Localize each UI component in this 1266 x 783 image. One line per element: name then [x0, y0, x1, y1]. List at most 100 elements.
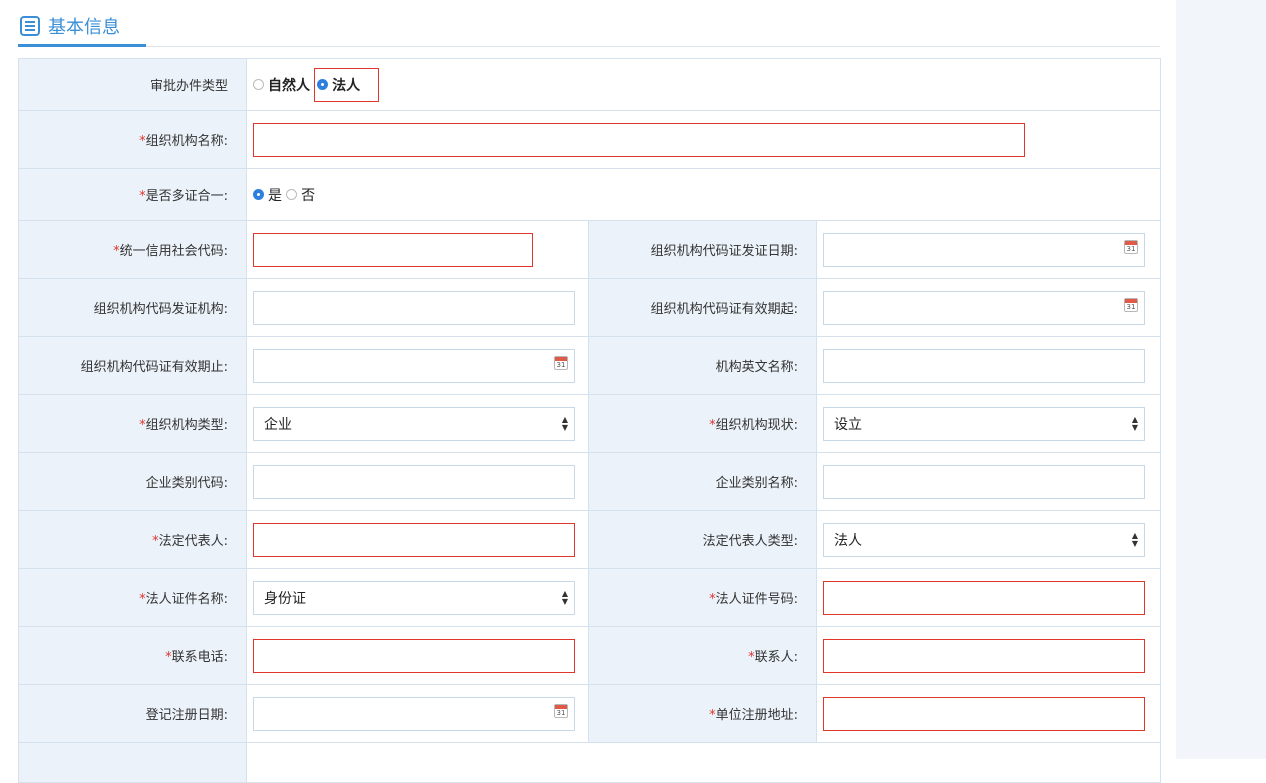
reg-date-cell: 31 — [246, 684, 589, 743]
radio-natural-person[interactable]: 自然人 — [253, 75, 310, 95]
label-credit-code: *统一信用社会代码: — [18, 220, 247, 279]
label-legal-id-number: *法人证件号码: — [588, 568, 817, 627]
contact-cell — [815, 626, 1162, 685]
select-arrows-icon: ▲ ▼ — [561, 588, 568, 606]
label-org-english-name: 机构英文名称: — [588, 336, 817, 395]
label-ent-category-code: 企业类别代码: — [18, 452, 247, 511]
org-name-cell — [245, 110, 1162, 169]
org-code-valid-from-input[interactable]: 31 — [823, 290, 1145, 325]
legal-id-name-select[interactable]: 身份证 ▲ ▼ — [253, 580, 575, 615]
legal-rep-cell — [246, 510, 589, 569]
legal-rep-type-cell: 法人 ▲ ▼ — [815, 510, 1162, 569]
org-type-select[interactable]: 企业 ▲ ▼ — [253, 406, 575, 441]
calendar-icon[interactable]: 31 — [1124, 239, 1138, 254]
label-org-code-issuer: 组织机构代码发证机构: — [18, 278, 247, 337]
calendar-icon[interactable]: 31 — [554, 355, 568, 370]
org-code-valid-from-cell: 31 — [815, 278, 1162, 337]
credit-code-input[interactable] — [253, 232, 533, 267]
section-divider-accent — [18, 44, 146, 47]
radio-yes-circle[interactable] — [253, 189, 264, 200]
phone-cell — [246, 626, 589, 685]
org-status-select[interactable]: 设立 ▲ ▼ — [823, 406, 1145, 441]
org-code-issuer-cell — [246, 278, 589, 337]
radio-legal-person-circle[interactable] — [317, 79, 329, 90]
form-row-org-name: *组织机构名称: — [18, 110, 1162, 169]
org-english-name-input[interactable] — [823, 348, 1145, 383]
form-row-multi-cert: *是否多证合一: 是 否 — [18, 168, 1162, 221]
label-org-status: *组织机构现状: — [588, 394, 817, 453]
reg-address-cell — [815, 684, 1162, 743]
label-multi-cert: *是否多证合一: — [18, 168, 247, 221]
form-row-partial — [18, 742, 1162, 783]
section-divider — [18, 46, 1160, 47]
select-arrows-icon: ▲ ▼ — [561, 414, 568, 432]
section-title: 基本信息 — [48, 17, 120, 38]
select-arrows-icon: ▲ ▼ — [1131, 530, 1138, 548]
label-reg-date: 登记注册日期: — [18, 684, 247, 743]
form-row-contact: *联系电话: *联系人: — [18, 626, 1162, 685]
partial-cell — [245, 742, 1162, 783]
radio-no-circle[interactable] — [286, 189, 298, 200]
credit-code-cell — [246, 220, 589, 279]
reg-date-input[interactable]: 31 — [253, 696, 575, 731]
form-row-org-code-valid-to: 组织机构代码证有效期止: 31 机构英文名称: — [18, 336, 1162, 395]
radio-legal-person-highlight[interactable]: 法人 — [314, 67, 380, 102]
label-legal-rep-type: 法定代表人类型: — [588, 510, 817, 569]
legal-id-number-input[interactable] — [823, 580, 1145, 615]
label-partial — [18, 742, 247, 783]
calendar-icon[interactable]: 31 — [1124, 297, 1138, 312]
legal-id-name-cell: 身份证 ▲ ▼ — [246, 568, 589, 627]
label-legal-id-name: *法人证件名称: — [18, 568, 247, 627]
org-status-cell: 设立 ▲ ▼ — [815, 394, 1162, 453]
org-code-issue-date-cell: 31 — [815, 220, 1162, 279]
approval-type-field: 自然人 法人 — [245, 58, 1162, 111]
contact-input[interactable] — [823, 638, 1145, 673]
form-row-ent-category: 企业类别代码: 企业类别名称: — [18, 452, 1162, 511]
form-row-org-type: *组织机构类型: 企业 ▲ ▼ *组织机构现状: 设立 ▲ ▼ — [18, 394, 1162, 453]
section-header: 基本信息 — [20, 6, 120, 46]
label-org-code-valid-from: 组织机构代码证有效期起: — [588, 278, 817, 337]
form-row-registration: 登记注册日期: 31 *单位注册地址: — [18, 684, 1162, 743]
label-approval-type: 审批办件类型 — [18, 58, 247, 111]
org-english-name-cell — [815, 336, 1162, 395]
legal-id-number-cell — [815, 568, 1162, 627]
calendar-icon[interactable]: 31 — [554, 703, 568, 718]
label-org-type: *组织机构类型: — [18, 394, 247, 453]
phone-input[interactable] — [253, 638, 575, 673]
form-row-approval-type: 审批办件类型 自然人 法人 — [18, 58, 1162, 111]
legal-rep-input[interactable] — [253, 522, 575, 557]
label-phone: *联系电话: — [18, 626, 247, 685]
org-name-input[interactable] — [253, 122, 1025, 157]
form-row-credit-code: *统一信用社会代码: 组织机构代码证发证日期: 31 — [18, 220, 1162, 279]
label-legal-rep: *法定代表人: — [18, 510, 247, 569]
list-icon — [20, 16, 40, 36]
ent-category-code-input[interactable] — [253, 464, 575, 499]
radio-yes[interactable]: 是 — [253, 185, 282, 205]
reg-address-input[interactable] — [823, 696, 1145, 731]
org-code-issue-date-input[interactable]: 31 — [823, 232, 1145, 267]
label-reg-address: *单位注册地址: — [588, 684, 817, 743]
radio-legal-person[interactable]: 法人 — [317, 75, 360, 95]
form-row-org-code-issuer: 组织机构代码发证机构: 组织机构代码证有效期起: 31 — [18, 278, 1162, 337]
radio-no[interactable]: 否 — [286, 185, 315, 205]
legal-rep-type-select[interactable]: 法人 ▲ ▼ — [823, 522, 1145, 557]
label-org-name: *组织机构名称: — [18, 110, 247, 169]
org-code-issuer-input[interactable] — [253, 290, 575, 325]
radio-natural-person-circle[interactable] — [253, 79, 264, 90]
label-contact: *联系人: — [588, 626, 817, 685]
select-arrows-icon: ▲ ▼ — [1131, 414, 1138, 432]
form-row-legal-id: *法人证件名称: 身份证 ▲ ▼ *法人证件号码: — [18, 568, 1162, 627]
label-org-code-issue-date: 组织机构代码证发证日期: — [588, 220, 817, 279]
label-org-code-valid-to: 组织机构代码证有效期止: — [18, 336, 247, 395]
ent-category-name-cell — [815, 452, 1162, 511]
org-code-valid-to-cell: 31 — [246, 336, 589, 395]
form-row-legal-rep: *法定代表人: 法定代表人类型: 法人 ▲ ▼ — [18, 510, 1162, 569]
label-ent-category-name: 企业类别名称: — [588, 452, 817, 511]
ent-category-name-input[interactable] — [823, 464, 1145, 499]
basic-info-form: 审批办件类型 自然人 法人 *组织机构名称: *是否多证合一: 是 否 *统一信… — [18, 58, 1162, 783]
multi-cert-field: 是 否 — [245, 168, 1162, 221]
right-side-panel — [1176, 0, 1266, 759]
ent-category-code-cell — [246, 452, 589, 511]
org-type-cell: 企业 ▲ ▼ — [246, 394, 589, 453]
org-code-valid-to-input[interactable]: 31 — [253, 348, 575, 383]
